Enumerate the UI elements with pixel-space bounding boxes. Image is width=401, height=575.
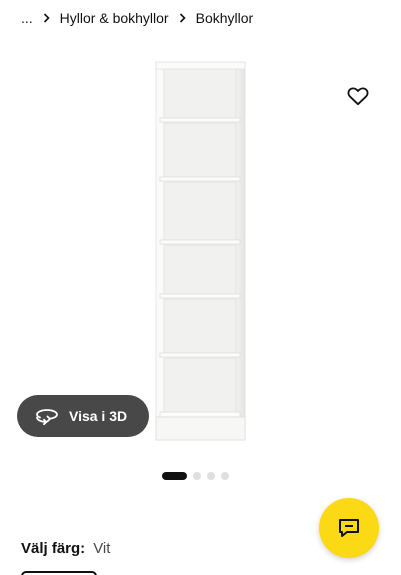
view-in-3d-label: Visa i 3D — [69, 408, 128, 424]
gallery-dot-2[interactable] — [193, 472, 201, 480]
breadcrumb-ellipsis[interactable]: ... — [21, 10, 33, 26]
product-image[interactable] — [150, 60, 252, 452]
breadcrumb: ... Hyllor & bokhyllor Bokhyllor — [21, 9, 253, 27]
color-selector: Välj färg: Vit — [21, 540, 110, 557]
chevron-right-icon — [43, 13, 50, 23]
color-selector-value: Vit — [93, 540, 111, 557]
color-selector-label: Välj färg: — [21, 540, 86, 557]
breadcrumb-item-bookcases[interactable]: Bokhyllor — [196, 10, 254, 26]
gallery-dot-1[interactable] — [162, 472, 187, 480]
rotate-3d-icon — [35, 407, 59, 425]
chat-button[interactable] — [319, 498, 379, 558]
favorite-button[interactable] — [345, 84, 371, 108]
color-swatch-selected[interactable] — [21, 571, 97, 575]
gallery-dot-4[interactable] — [221, 472, 229, 480]
gallery-pagination — [162, 472, 229, 480]
view-in-3d-button[interactable]: Visa i 3D — [17, 395, 149, 437]
chevron-right-icon — [179, 13, 186, 23]
chat-bubble-icon — [337, 517, 361, 539]
breadcrumb-item-shelves[interactable]: Hyllor & bokhyllor — [60, 10, 169, 26]
heart-outline-icon — [347, 86, 369, 106]
gallery-dot-3[interactable] — [207, 472, 215, 480]
